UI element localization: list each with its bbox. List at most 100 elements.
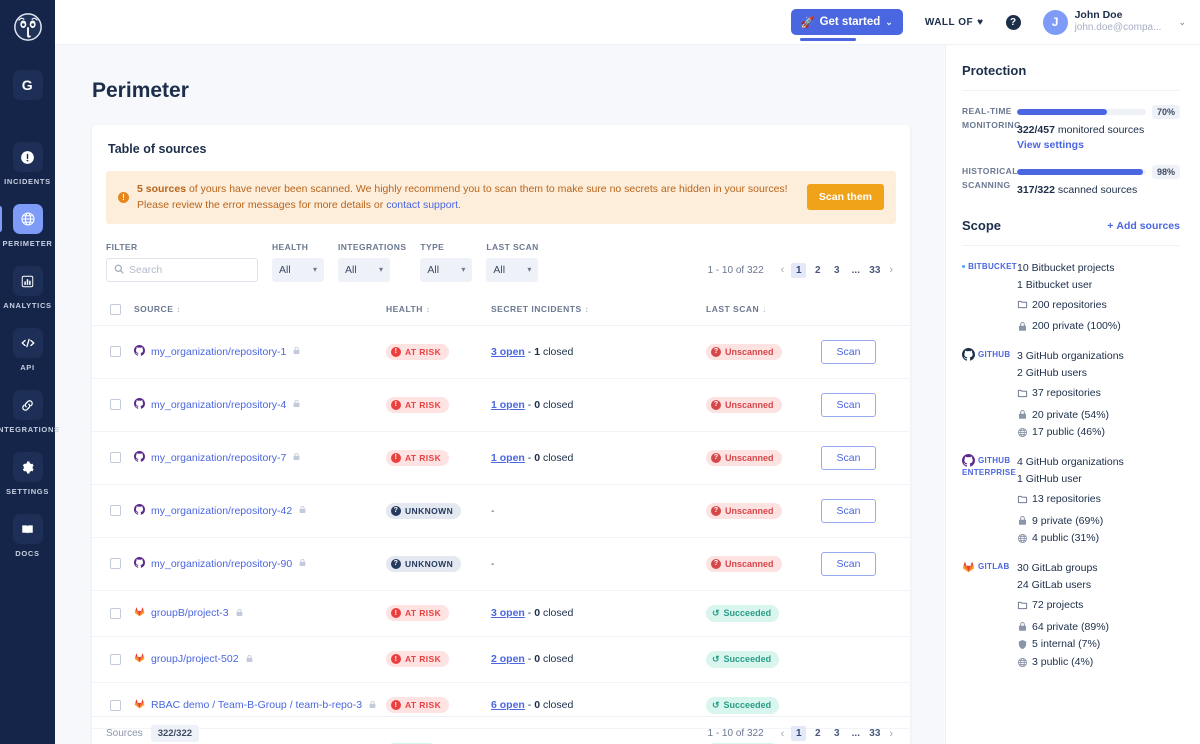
- action-cell: Scan: [821, 378, 911, 431]
- row-checkbox[interactable]: [110, 346, 121, 357]
- table-row[interactable]: my_organization/repository-42?UNKNOWN-?U…: [92, 484, 911, 537]
- pagination-page-3[interactable]: 3: [829, 726, 844, 741]
- filter-integrations-select[interactable]: All ▾: [338, 258, 390, 282]
- wall-of-love-link[interactable]: WALL OF ♥: [925, 17, 984, 28]
- scope-breakdown-row: 9 private (69%): [1017, 513, 1180, 530]
- table-row[interactable]: my_organization/repository-90?UNKNOWN-?U…: [92, 537, 911, 590]
- lock-icon: [235, 608, 244, 619]
- scope-repos-text: 72 projects: [1032, 597, 1083, 614]
- source-name-link[interactable]: my_organization/repository-42: [151, 505, 292, 517]
- realtime-stat-rest: monitored sources: [1055, 124, 1144, 136]
- scope-header: Scope +Add sources: [962, 218, 1180, 233]
- sidebar-item-integrations[interactable]: INTEGRATIONS: [0, 390, 55, 434]
- scope-line2: 1 Bitbucket user: [1017, 277, 1180, 294]
- row-checkbox[interactable]: [110, 558, 121, 569]
- pagination-page-33[interactable]: 33: [867, 263, 882, 278]
- filter-health-select[interactable]: All ▾: [272, 258, 324, 282]
- incidents-open-link[interactable]: 3 open: [491, 346, 525, 358]
- incidents-open-link[interactable]: 1 open: [491, 452, 525, 464]
- table-row[interactable]: my_organization/repository-4!AT RISK1 op…: [92, 378, 911, 431]
- source-name-link[interactable]: my_organization/repository-1: [151, 346, 286, 358]
- filter-lastscan-value: All: [493, 264, 505, 276]
- pagination-prev[interactable]: ‹: [778, 264, 788, 276]
- filter-health-group: HEALTH All ▾: [272, 242, 324, 282]
- table-row[interactable]: my_organization/repository-7!AT RISK1 op…: [92, 431, 911, 484]
- row-checkbox[interactable]: [110, 505, 121, 516]
- table-row[interactable]: my_organization/repository-1!AT RISK3 op…: [92, 325, 911, 378]
- source-name-link[interactable]: groupJ/project-502: [151, 653, 239, 665]
- pagination-page-2[interactable]: 2: [810, 263, 825, 278]
- search-input[interactable]: [129, 264, 239, 276]
- column-header-health[interactable]: HEALTH↕: [386, 296, 491, 326]
- scope-logo-col: GITHUB: [962, 348, 1017, 442]
- history-icon: ↺: [712, 654, 720, 665]
- pagination-prev[interactable]: ‹: [778, 728, 788, 740]
- table-row[interactable]: groupB/project-3!AT RISK3 open - 0 close…: [92, 590, 911, 636]
- incidents-open-link[interactable]: 2 open: [491, 653, 525, 665]
- sidebar-item-incidents[interactable]: INCIDENTS: [0, 142, 55, 186]
- pagination-page-1[interactable]: 1: [791, 263, 806, 278]
- source-name-link[interactable]: my_organization/repository-7: [151, 452, 286, 464]
- filter-type-select[interactable]: All ▾: [420, 258, 472, 282]
- source-cell: my_organization/repository-7: [134, 431, 386, 484]
- sidebar-item-settings[interactable]: SETTINGS: [0, 452, 55, 496]
- scan-button[interactable]: Scan: [821, 340, 876, 364]
- pagination-page-3[interactable]: 3: [829, 263, 844, 278]
- incidents-open-link[interactable]: 3 open: [491, 607, 525, 619]
- sidebar-item-docs[interactable]: DOCS: [0, 514, 55, 558]
- scan-button[interactable]: Scan: [821, 393, 876, 417]
- last-scan-badge: ?Unscanned: [706, 556, 782, 572]
- org-switcher[interactable]: G: [0, 70, 55, 100]
- avatar: J: [1043, 10, 1068, 35]
- help-icon[interactable]: ?: [1006, 15, 1021, 30]
- sidebar-item-api[interactable]: API: [0, 328, 55, 372]
- source-name-link[interactable]: RBAC demo / Team-B-Group / team-b-repo-3: [151, 699, 362, 711]
- gitguardian-owl-logo[interactable]: [11, 10, 45, 44]
- pagination-next[interactable]: ›: [886, 264, 896, 276]
- source-name-link[interactable]: groupB/project-3: [151, 607, 229, 619]
- scope-line2: 2 GitHub users: [1017, 365, 1180, 382]
- pagination-range-value: 1 - 10: [707, 728, 733, 739]
- row-checkbox[interactable]: [110, 608, 121, 619]
- scan-button[interactable]: Scan: [821, 446, 876, 470]
- view-settings-link[interactable]: View settings: [1017, 139, 1180, 151]
- row-checkbox[interactable]: [110, 399, 121, 410]
- incidents-open-link[interactable]: 1 open: [491, 399, 525, 411]
- pagination-page-33[interactable]: 33: [867, 726, 882, 741]
- contact-support-link[interactable]: contact support: [386, 199, 458, 211]
- left-nav-rail: G INCIDENTS PERIMETER: [0, 0, 55, 744]
- row-checkbox[interactable]: [110, 700, 121, 711]
- scope-breakdown-row: 5 internal (7%): [1017, 636, 1180, 653]
- get-started-button[interactable]: 🚀 Get started ⌄: [791, 9, 903, 35]
- pagination-page-1[interactable]: 1: [791, 726, 806, 741]
- select-all-checkbox[interactable]: [110, 304, 121, 315]
- protection-key-line2: MONITORING: [962, 119, 1017, 133]
- sidebar-item-perimeter[interactable]: PERIMETER: [0, 204, 55, 248]
- scan-button[interactable]: Scan: [821, 499, 876, 523]
- row-select-cell: [92, 431, 134, 484]
- history-icon: ↺: [712, 608, 720, 619]
- column-header-lastscan[interactable]: LAST SCAN↓: [706, 296, 821, 326]
- scope-breakdown: 64 private (89%)5 internal (7%)3 public …: [1017, 619, 1180, 671]
- pagination-page-2[interactable]: 2: [810, 726, 825, 741]
- source-name-link[interactable]: my_organization/repository-90: [151, 558, 292, 570]
- unscanned-icon: ?: [711, 453, 721, 463]
- filter-lastscan-select[interactable]: All ▾: [486, 258, 538, 282]
- column-header-source[interactable]: SOURCE↕: [134, 296, 386, 326]
- progress-fill: [1017, 169, 1143, 175]
- search-box[interactable]: [106, 258, 258, 282]
- row-checkbox[interactable]: [110, 654, 121, 665]
- scan-button[interactable]: Scan: [821, 552, 876, 576]
- user-menu[interactable]: J John Doe john.doe@compa... ⌄: [1043, 9, 1186, 35]
- source-name-link[interactable]: my_organization/repository-4: [151, 399, 286, 411]
- column-header-incidents[interactable]: SECRET INCIDENTS↕: [491, 296, 706, 326]
- scan-them-button[interactable]: Scan them: [807, 184, 884, 210]
- add-sources-button[interactable]: +Add sources: [1107, 220, 1180, 232]
- incidents-open-link[interactable]: 6 open: [491, 699, 525, 711]
- scope-breakdown-text: 9 private (69%): [1032, 513, 1103, 530]
- github-icon: [134, 345, 145, 359]
- pagination-next[interactable]: ›: [886, 728, 896, 740]
- row-checkbox[interactable]: [110, 452, 121, 463]
- sidebar-item-analytics[interactable]: ANALYTICS: [0, 266, 55, 310]
- table-row[interactable]: groupJ/project-502!AT RISK2 open - 0 clo…: [92, 636, 911, 682]
